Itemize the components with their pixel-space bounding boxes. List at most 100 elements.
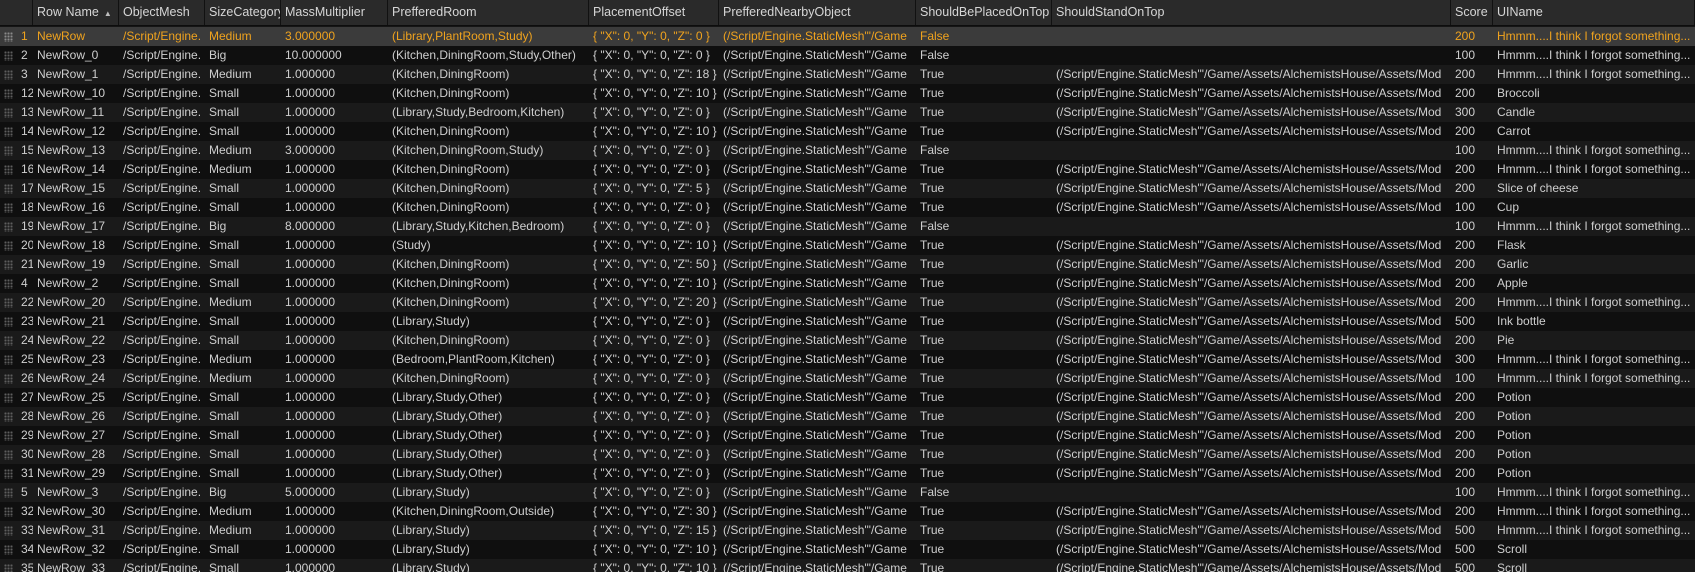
cell-size[interactable]: Small bbox=[205, 388, 281, 407]
cell-offset[interactable]: { "X": 0, "Y": 0, "Z": 10 } bbox=[589, 559, 719, 572]
table-row[interactable]: 21 NewRow_19/Script/Engine. Small 1.000000(… bbox=[0, 255, 1695, 275]
cell-room[interactable]: (Study) bbox=[388, 236, 589, 255]
cell-stand[interactable]: (/Script/Engine.StaticMesh'"/Game/Assets… bbox=[1052, 445, 1451, 464]
cell-stand[interactable]: (/Script/Engine.StaticMesh'"/Game/Assets… bbox=[1052, 388, 1451, 407]
cell-rowname[interactable]: NewRow_16 bbox=[33, 198, 119, 217]
cell-rowname[interactable]: NewRow_32 bbox=[33, 540, 119, 559]
cell-uiname[interactable]: Potion bbox=[1493, 464, 1695, 483]
table-row[interactable]: 2 NewRow_0/Script/Engine. Big 10.000000 (Kit… bbox=[0, 46, 1695, 66]
cell-score[interactable]: 200 bbox=[1451, 236, 1493, 255]
cell-offset[interactable]: { "X": 0, "Y": 0, "Z": 0 } bbox=[589, 312, 719, 331]
cell-uiname[interactable]: Hmmm....I think I forgot something... bbox=[1493, 521, 1695, 540]
cell-nearby[interactable]: (/Script/Engine.StaticMesh'"/Game bbox=[719, 331, 916, 350]
cell-uiname[interactable]: Scroll bbox=[1493, 559, 1695, 572]
cell-mesh[interactable]: /Script/Engine. bbox=[119, 559, 205, 572]
table-row[interactable]: 25 NewRow_23/Script/Engine. Medium 1.000000… bbox=[0, 350, 1695, 370]
table-row[interactable]: 20 NewRow_18/Script/Engine. Small 1.000000(… bbox=[0, 236, 1695, 256]
cell-score[interactable]: 500 bbox=[1451, 540, 1493, 559]
cell-stand[interactable]: (/Script/Engine.StaticMesh'"/Game/Assets… bbox=[1052, 540, 1451, 559]
cell-rowname[interactable]: NewRow_2 bbox=[33, 274, 119, 293]
cell-size[interactable]: Small bbox=[205, 103, 281, 122]
cell-room[interactable]: (Library,Study) bbox=[388, 540, 589, 559]
drag-handle-icon[interactable] bbox=[4, 32, 13, 42]
cell-offset[interactable]: { "X": 0, "Y": 0, "Z": 0 } bbox=[589, 27, 719, 46]
cell-room[interactable]: (Library,Study,Other) bbox=[388, 388, 589, 407]
cell-nearby[interactable]: (/Script/Engine.StaticMesh'"/Game bbox=[719, 160, 916, 179]
cell-nearby[interactable]: (/Script/Engine.StaticMesh'"/Game bbox=[719, 540, 916, 559]
cell-room[interactable]: (Kitchen,DiningRoom) bbox=[388, 293, 589, 312]
cell-room[interactable]: (Library,Study,Other) bbox=[388, 445, 589, 464]
cell-uiname[interactable]: Hmmm....I think I forgot something... bbox=[1493, 160, 1695, 179]
cell-mesh[interactable]: /Script/Engine. bbox=[119, 198, 205, 217]
cell-offset[interactable]: { "X": 0, "Y": 0, "Z": 30 } bbox=[589, 502, 719, 521]
cell-uiname[interactable]: Hmmm....I think I forgot something... bbox=[1493, 369, 1695, 388]
data-table-grid[interactable]: Row Name ▲ ObjectMesh SizeCategory MassMulti… bbox=[0, 0, 1695, 572]
cell-mesh[interactable]: /Script/Engine. bbox=[119, 274, 205, 293]
cell-stand[interactable]: (/Script/Engine.StaticMesh'"/Game/Assets… bbox=[1052, 350, 1451, 369]
cell-nearby[interactable]: (/Script/Engine.StaticMesh'"/Game bbox=[719, 46, 916, 65]
cell-uiname[interactable]: Hmmm....I think I forgot something... bbox=[1493, 141, 1695, 160]
cell-placed[interactable]: True bbox=[916, 464, 1052, 483]
cell-placed[interactable]: True bbox=[916, 350, 1052, 369]
cell-size[interactable]: Medium bbox=[205, 27, 281, 46]
cell-uiname[interactable]: Hmmm....I think I forgot something... bbox=[1493, 27, 1695, 46]
cell-size[interactable]: Small bbox=[205, 445, 281, 464]
cell-size[interactable]: Small bbox=[205, 407, 281, 426]
cell-mass[interactable]: 1.000000 bbox=[281, 559, 388, 572]
cell-placed[interactable]: True bbox=[916, 312, 1052, 331]
table-row[interactable]: 31 NewRow_29/Script/Engine. Small 1.000000(… bbox=[0, 464, 1695, 484]
cell-room[interactable]: (Kitchen,DiningRoom) bbox=[388, 65, 589, 84]
cell-mesh[interactable]: /Script/Engine. bbox=[119, 464, 205, 483]
cell-nearby[interactable]: (/Script/Engine.StaticMesh'"/Game bbox=[719, 103, 916, 122]
cell-nearby[interactable]: (/Script/Engine.StaticMesh'"/Game bbox=[719, 483, 916, 502]
table-row[interactable]: 32 NewRow_30/Script/Engine. Medium 1.000000… bbox=[0, 502, 1695, 522]
cell-rowname[interactable]: NewRow_11 bbox=[33, 103, 119, 122]
cell-stand[interactable] bbox=[1052, 27, 1451, 46]
cell-offset[interactable]: { "X": 0, "Y": 0, "Z": 5 } bbox=[589, 179, 719, 198]
cell-mesh[interactable]: /Script/Engine. bbox=[119, 350, 205, 369]
table-row[interactable]: 35 NewRow_33/Script/Engine. Small 1.000000(… bbox=[0, 559, 1695, 572]
cell-mass[interactable]: 1.000000 bbox=[281, 103, 388, 122]
cell-rowname[interactable]: NewRow_22 bbox=[33, 331, 119, 350]
cell-placed[interactable]: True bbox=[916, 65, 1052, 84]
cell-placed[interactable]: True bbox=[916, 293, 1052, 312]
cell-nearby[interactable]: (/Script/Engine.StaticMesh'"/Game bbox=[719, 407, 916, 426]
cell-nearby[interactable]: (/Script/Engine.StaticMesh'"/Game bbox=[719, 350, 916, 369]
cell-size[interactable]: Small bbox=[205, 559, 281, 572]
cell-rowname[interactable]: NewRow_31 bbox=[33, 521, 119, 540]
cell-uiname[interactable]: Potion bbox=[1493, 445, 1695, 464]
table-row[interactable]: 23 NewRow_21/Script/Engine. Small 1.000000(… bbox=[0, 312, 1695, 332]
cell-mass[interactable]: 1.000000 bbox=[281, 350, 388, 369]
cell-room[interactable]: (Kitchen,DiningRoom,Study,Other) bbox=[388, 46, 589, 65]
cell-mesh[interactable]: /Script/Engine. bbox=[119, 255, 205, 274]
table-row[interactable]: 12 NewRow_10/Script/Engine. Small 1.000000(… bbox=[0, 84, 1695, 104]
drag-handle-icon[interactable] bbox=[4, 355, 13, 365]
cell-rowname[interactable]: NewRow_17 bbox=[33, 217, 119, 236]
table-row[interactable]: 13 NewRow_11/Script/Engine. Small 1.000000(… bbox=[0, 103, 1695, 123]
drag-handle-icon[interactable] bbox=[4, 127, 13, 137]
cell-stand[interactable]: (/Script/Engine.StaticMesh'"/Game/Assets… bbox=[1052, 160, 1451, 179]
cell-offset[interactable]: { "X": 0, "Y": 0, "Z": 18 } bbox=[589, 65, 719, 84]
column-header-room[interactable]: PrefferedRoom bbox=[388, 0, 589, 25]
drag-handle-icon[interactable] bbox=[4, 526, 13, 536]
cell-room[interactable]: (Library,Study) bbox=[388, 312, 589, 331]
cell-stand[interactable]: (/Script/Engine.StaticMesh'"/Game/Assets… bbox=[1052, 331, 1451, 350]
cell-room[interactable]: (Library,Study,Other) bbox=[388, 426, 589, 445]
cell-offset[interactable]: { "X": 0, "Y": 0, "Z": 0 } bbox=[589, 331, 719, 350]
cell-room[interactable]: (Kitchen,DiningRoom,Outside) bbox=[388, 502, 589, 521]
cell-offset[interactable]: { "X": 0, "Y": 0, "Z": 0 } bbox=[589, 426, 719, 445]
cell-room[interactable]: (Kitchen,DiningRoom) bbox=[388, 160, 589, 179]
cell-mesh[interactable]: /Script/Engine. bbox=[119, 388, 205, 407]
cell-mass[interactable]: 1.000000 bbox=[281, 236, 388, 255]
cell-nearby[interactable]: (/Script/Engine.StaticMesh'"/Game bbox=[719, 217, 916, 236]
cell-mesh[interactable]: /Script/Engine. bbox=[119, 27, 205, 46]
cell-placed[interactable]: True bbox=[916, 388, 1052, 407]
cell-mass[interactable]: 1.000000 bbox=[281, 540, 388, 559]
table-row[interactable]: 28 NewRow_26/Script/Engine. Small 1.000000(… bbox=[0, 407, 1695, 427]
cell-room[interactable]: (Bedroom,PlantRoom,Kitchen) bbox=[388, 350, 589, 369]
cell-score[interactable]: 100 bbox=[1451, 483, 1493, 502]
cell-mesh[interactable]: /Script/Engine. bbox=[119, 426, 205, 445]
cell-uiname[interactable]: Candle bbox=[1493, 103, 1695, 122]
cell-placed[interactable]: True bbox=[916, 179, 1052, 198]
cell-size[interactable]: Small bbox=[205, 236, 281, 255]
